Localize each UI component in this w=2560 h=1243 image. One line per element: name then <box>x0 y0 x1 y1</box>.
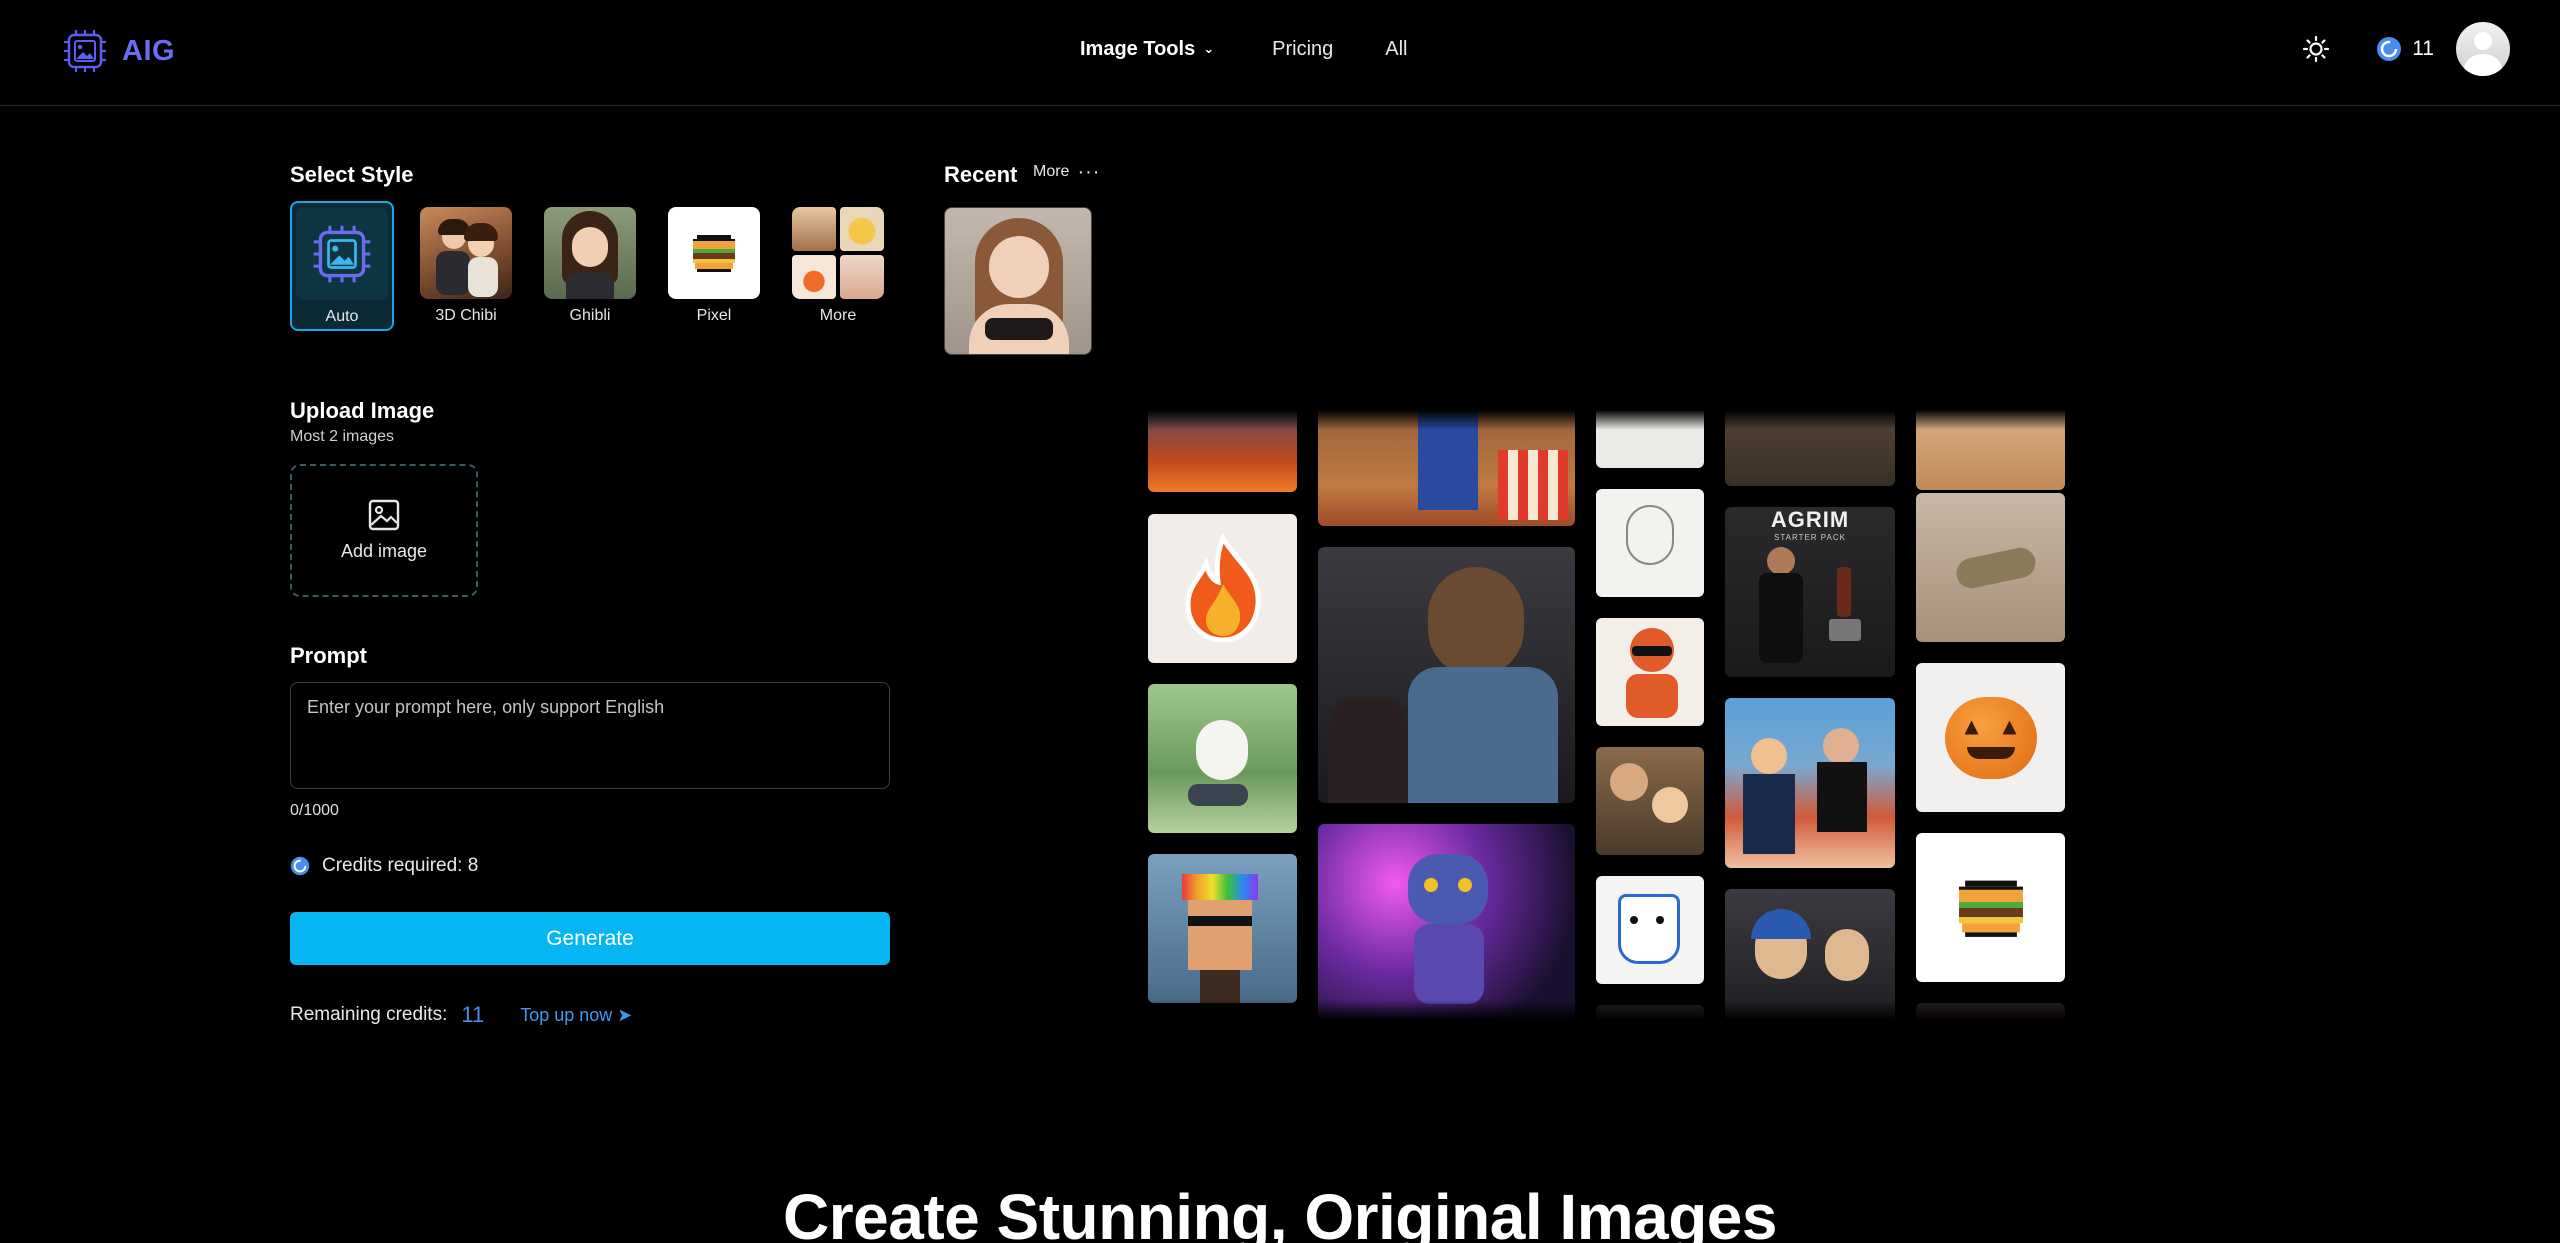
auto-style-thumb <box>296 208 388 300</box>
hero-title: Create Stunning, Original Images <box>783 1181 1777 1243</box>
more-styles-grid <box>792 207 884 299</box>
gallery-top-fade <box>1148 410 2066 430</box>
chip-logo-icon <box>64 30 106 72</box>
remaining-credits-value: 11 <box>461 1002 485 1027</box>
credits-required-text: Credits required: 8 <box>322 855 479 876</box>
header-actions: 11 <box>2302 22 2510 76</box>
style-label: Pixel <box>696 307 732 324</box>
chip-image-icon <box>313 225 371 283</box>
sample-gallery: AGRIM STARTER PACK <box>1148 410 2066 1020</box>
gallery-image[interactable] <box>1916 493 2065 642</box>
remaining-credits-label: Remaining credits: <box>290 1004 448 1025</box>
gallery-image[interactable] <box>1596 489 1704 597</box>
header-credits[interactable]: 11 <box>2376 36 2434 62</box>
style-more[interactable]: More <box>786 201 890 331</box>
remaining-credits-row: Remaining credits: 11 Top up now ➤ <box>290 1002 632 1028</box>
user-avatar[interactable] <box>2456 22 2510 76</box>
gallery-bottom-fade <box>1148 1000 2066 1020</box>
style-label: Auto <box>325 308 359 325</box>
gallery-image[interactable]: AGRIM STARTER PACK <box>1725 507 1895 677</box>
recent-image[interactable] <box>944 207 1092 355</box>
gallery-image[interactable] <box>1318 547 1575 803</box>
image-icon <box>368 499 400 531</box>
style-auto[interactable]: Auto <box>290 201 394 331</box>
poster-title: AGRIM <box>1770 507 1850 532</box>
sun-theme-icon[interactable] <box>2302 35 2330 63</box>
recent-more-link[interactable]: More ··· <box>1033 161 1101 183</box>
gallery-image[interactable] <box>1148 514 1297 663</box>
select-style-title: Select Style <box>290 162 414 187</box>
rocket-icon: ➤ <box>617 1004 633 1025</box>
chevron-down-icon: ⌄ <box>1203 41 1215 56</box>
recent-more-label: More <box>1033 163 1070 180</box>
add-image-button[interactable]: Add image <box>290 464 478 597</box>
gallery-image[interactable] <box>1596 618 1704 726</box>
ghibli-thumb <box>544 207 636 299</box>
credit-coin-icon <box>290 856 310 876</box>
upload-title: Upload Image <box>290 398 435 423</box>
app-name: AIG <box>122 34 176 67</box>
chibi-thumb <box>420 207 512 299</box>
gallery-image[interactable] <box>1318 824 1575 1020</box>
nav-all[interactable]: All <box>1385 38 1407 61</box>
gallery-image[interactable] <box>1148 684 1297 833</box>
upload-subtitle: Most 2 images <box>290 428 395 445</box>
style-label: 3D Chibi <box>435 307 497 324</box>
style-label: Ghibli <box>569 307 611 324</box>
pixel-thumb <box>668 207 760 299</box>
style-ghibli[interactable]: Ghibli <box>538 201 642 331</box>
add-image-label: Add image <box>340 541 428 561</box>
fire-icon <box>1184 533 1261 643</box>
gallery-image[interactable] <box>1725 698 1895 868</box>
top-up-label: Top up now <box>520 1004 613 1025</box>
nav-image-tools[interactable]: Image Tools ⌄ <box>1080 38 1214 61</box>
gallery-image[interactable] <box>1916 833 2065 982</box>
gallery-image[interactable] <box>1148 854 1297 1003</box>
style-pixel[interactable]: Pixel <box>662 201 766 331</box>
pixel-burger-icon <box>693 235 735 272</box>
prompt-title: Prompt <box>290 643 367 668</box>
recent-title: Recent <box>944 162 1018 187</box>
pixel-burger-icon <box>1958 880 2023 937</box>
gallery-image[interactable] <box>1916 663 2065 812</box>
top-header: AIG Image Tools ⌄ Pricing All 11 <box>0 0 2560 106</box>
gallery-image[interactable] <box>1596 876 1704 984</box>
logo[interactable]: AIG <box>62 28 175 74</box>
style-label: More <box>819 307 857 324</box>
credits-required-row: Credits required: 8 <box>290 855 478 877</box>
gallery-image[interactable] <box>1596 747 1704 855</box>
style-3d-chibi[interactable]: 3D Chibi <box>414 201 518 331</box>
poster-subtitle: STARTER PACK <box>1773 533 1846 542</box>
header-credit-count: 11 <box>2412 37 2434 60</box>
prompt-input[interactable] <box>290 682 890 789</box>
more-dots-icon: ··· <box>1077 161 1101 183</box>
generate-button[interactable]: Generate <box>290 912 890 965</box>
credit-coin-icon <box>2377 37 2402 61</box>
nav-pricing[interactable]: Pricing <box>1272 38 1333 61</box>
prompt-char-count: 0/1000 <box>290 802 339 819</box>
main-nav: Image Tools ⌄ Pricing All <box>1080 38 1408 61</box>
top-up-link[interactable]: Top up now ➤ <box>520 1005 632 1026</box>
